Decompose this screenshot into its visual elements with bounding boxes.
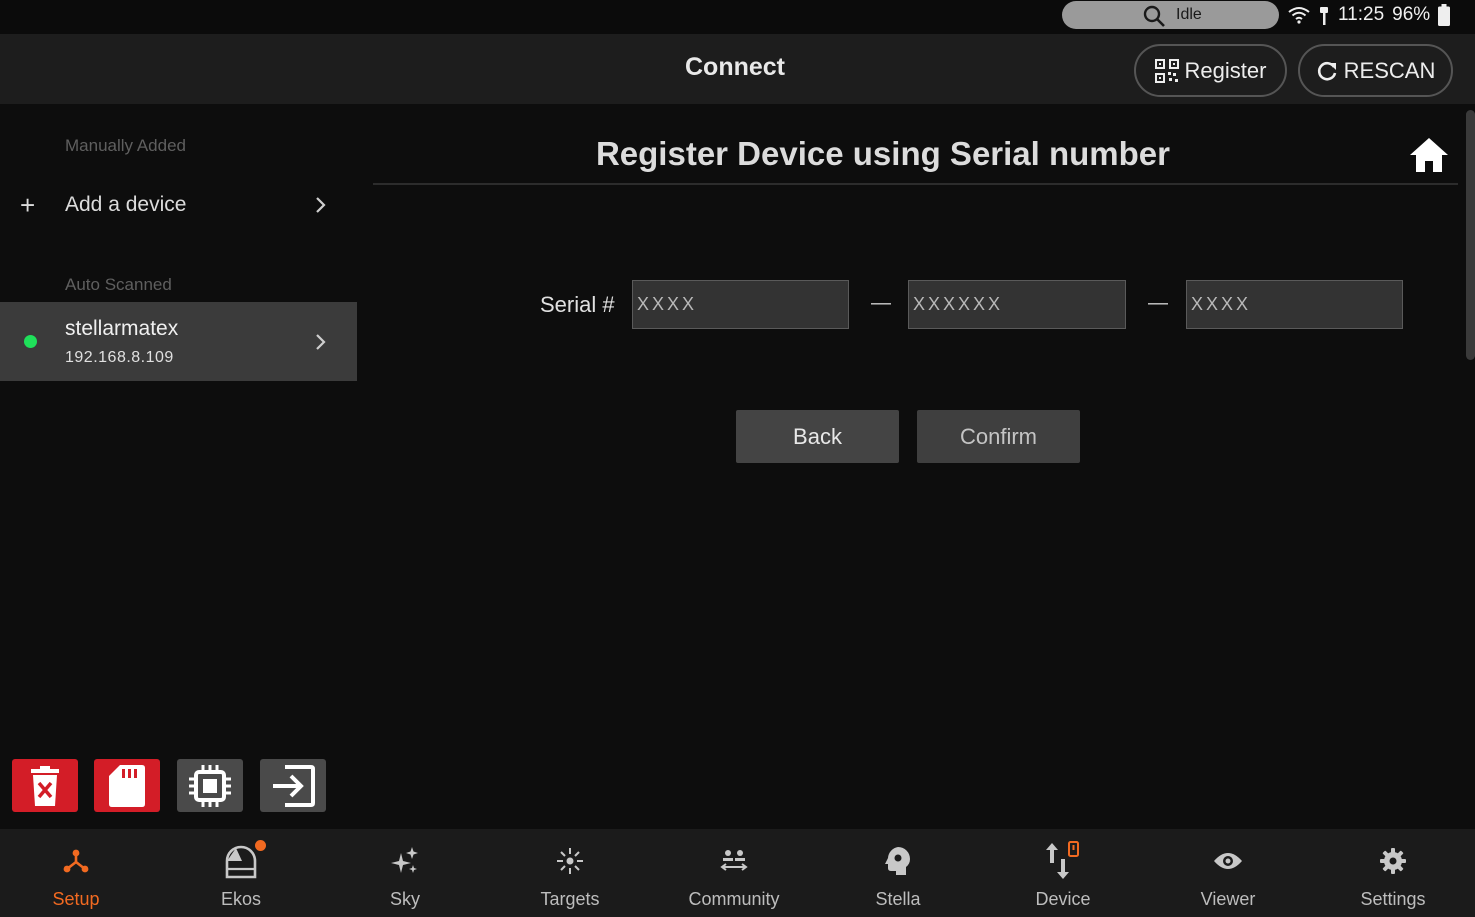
bottom-navigation: Setup Ekos Sky Targets Community Stella … (0, 829, 1475, 917)
nav-label: Ekos (220, 889, 262, 909)
device-sidebar: Manually Added + Add a device Auto Scann… (0, 104, 357, 828)
serial-part-1-input[interactable] (632, 280, 849, 329)
serial-separator: — (871, 292, 891, 314)
confirm-button[interactable]: Confirm (917, 410, 1080, 463)
nav-label: Sky (389, 889, 420, 909)
register-title: Register Device using Serial number (595, 135, 1171, 172)
chevron-right-icon (316, 197, 326, 213)
system-indicators: 11:25 96% (1288, 4, 1451, 26)
nav-targets[interactable]: Targets (488, 829, 652, 917)
device-transfer-icon (1046, 841, 1079, 879)
chip-icon (189, 764, 231, 807)
nav-stella[interactable]: Stella (816, 829, 980, 917)
setup-icon (63, 849, 89, 873)
target-icon (557, 848, 583, 874)
clock: 11:25 (1338, 4, 1385, 25)
serial-part-3-input[interactable] (1186, 280, 1403, 329)
antenna-icon (1320, 7, 1328, 25)
battery-icon (1438, 4, 1451, 26)
nav-ekos[interactable]: Ekos (159, 829, 323, 917)
device-list-item[interactable]: stellarmatex 192.168.8.109 (0, 302, 357, 381)
exit-button[interactable] (260, 759, 326, 812)
nav-label: Setup (52, 889, 100, 909)
back-button[interactable]: Back (736, 410, 899, 463)
refresh-icon (1317, 61, 1336, 80)
nav-setup[interactable]: Setup (0, 829, 158, 917)
online-status-dot (24, 335, 37, 348)
nav-device[interactable]: Device (981, 829, 1145, 917)
sd-card-icon (109, 764, 145, 807)
nav-settings[interactable]: Settings (1311, 829, 1475, 917)
register-label: Register (1184, 57, 1267, 83)
status-bar: Idle 11:25 96% (0, 0, 1475, 34)
nav-viewer[interactable]: Viewer (1146, 829, 1310, 917)
home-icon[interactable] (1408, 136, 1450, 174)
add-device-item[interactable]: + Add a device (0, 182, 357, 228)
nav-label: Targets (540, 889, 600, 909)
top-app-bar: Connect Register RESCAN (0, 34, 1475, 104)
register-button[interactable]: Register (1134, 44, 1287, 97)
battery-percent: 96% (1392, 4, 1431, 25)
chevron-right-icon (316, 334, 326, 350)
nav-sky[interactable]: Sky (323, 829, 487, 917)
plus-icon: + (20, 190, 36, 220)
add-device-label: Add a device (65, 193, 187, 216)
stella-icon (885, 847, 910, 875)
sparkle-icon (391, 847, 418, 873)
title-divider (373, 183, 1458, 185)
qr-code-icon (1154, 58, 1179, 83)
chip-button[interactable] (177, 759, 243, 812)
serial-label: Serial # (540, 292, 615, 317)
nav-label: Settings (1360, 889, 1426, 909)
nav-label: Device (1035, 889, 1091, 909)
rescan-label: RESCAN (1343, 57, 1436, 83)
wifi-icon (1288, 7, 1310, 24)
search-status-pill[interactable]: Idle (1062, 1, 1279, 29)
search-status-text: Idle (1176, 6, 1202, 23)
rescan-button[interactable]: RESCAN (1298, 44, 1453, 97)
eye-icon (1214, 853, 1242, 869)
device-name: stellarmatex (65, 317, 179, 340)
manual-section-label: Manually Added (65, 136, 186, 155)
serial-part-2-input[interactable] (908, 280, 1126, 329)
sd-card-button[interactable] (94, 759, 160, 812)
sd-delete-icon (31, 765, 59, 806)
notification-dot (255, 840, 266, 851)
search-icon (1143, 5, 1165, 27)
nav-label: Community (688, 889, 780, 909)
exit-icon (273, 764, 315, 807)
device-ip: 192.168.8.109 (65, 349, 174, 366)
nav-label: Stella (875, 889, 921, 909)
gear-icon (1380, 848, 1406, 874)
community-icon (720, 850, 748, 871)
delete-sd-button[interactable] (12, 759, 78, 812)
nav-community[interactable]: Community (652, 829, 816, 917)
auto-section-label: Auto Scanned (65, 275, 172, 294)
serial-separator: — (1148, 292, 1168, 314)
observatory-icon (225, 845, 257, 879)
nav-label: Viewer (1200, 889, 1256, 909)
scrollbar[interactable] (1466, 110, 1475, 360)
